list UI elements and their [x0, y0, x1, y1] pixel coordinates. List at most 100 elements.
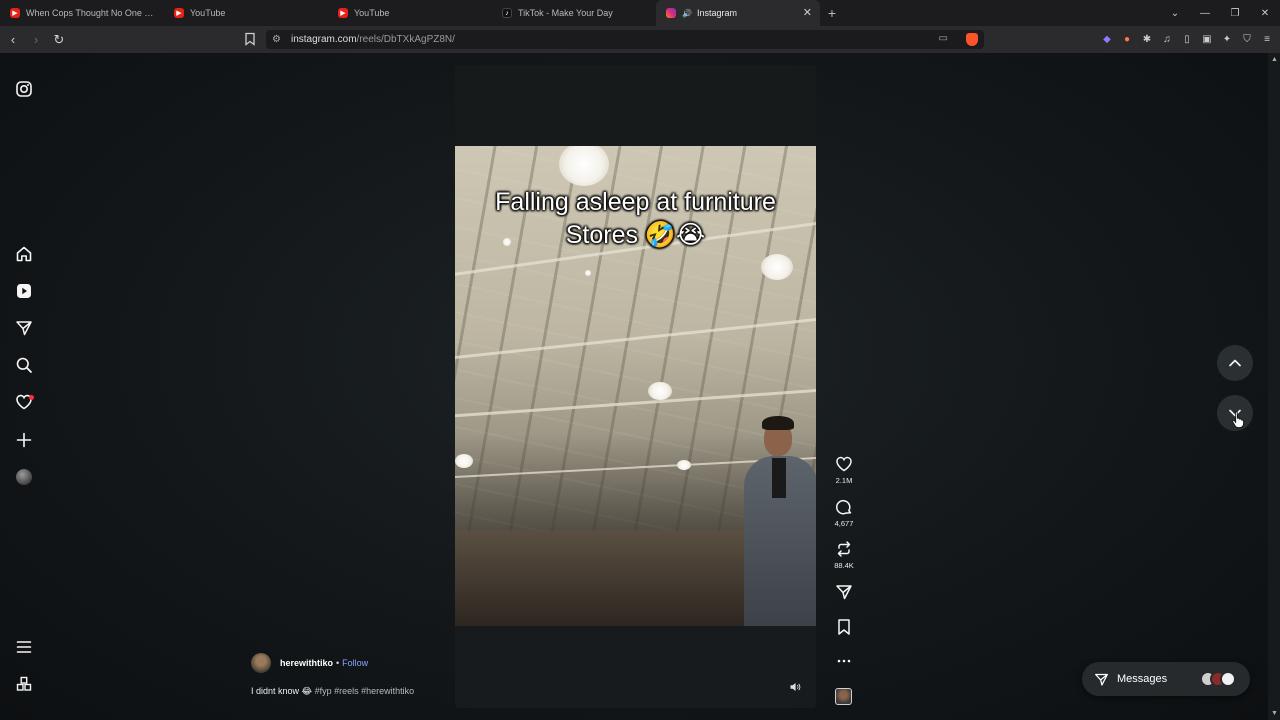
message-avatars	[1200, 671, 1236, 687]
repost-action[interactable]: 88.4K	[834, 540, 854, 570]
video-letterbox-top	[455, 65, 816, 146]
browser-tab-youtube[interactable]: ▶ YouTube	[164, 0, 328, 26]
original-audio-thumbnail[interactable]	[835, 688, 852, 705]
ai-assistant-icon[interactable]: ✦	[1220, 32, 1234, 46]
browser-tab-instagram[interactable]: 🔊 Instagram ✕	[656, 0, 820, 26]
share-action[interactable]	[834, 583, 854, 601]
scroll-up-icon[interactable]: ▲	[1271, 56, 1278, 63]
media-controls-icon[interactable]: ♫	[1160, 32, 1174, 46]
contact-avatar	[1220, 671, 1236, 687]
create-plus-icon[interactable]	[15, 431, 33, 449]
tab-label: YouTube	[354, 8, 390, 18]
browser-tab-youtube-2[interactable]: ▶ YouTube	[328, 0, 492, 26]
vpn-shield-icon[interactable]: ⛉	[1240, 32, 1254, 46]
tab-label: When Cops Thought No One Was W	[26, 8, 156, 18]
wallet-icon[interactable]: ▣	[1200, 32, 1214, 46]
browser-tab-bar: ▶ When Cops Thought No One Was W ▶ YouTu…	[0, 0, 1280, 26]
previous-reel-button[interactable]	[1217, 345, 1253, 381]
search-icon[interactable]	[15, 356, 33, 374]
tiktok-icon: ♪	[502, 8, 512, 18]
minimize-icon[interactable]: —	[1190, 8, 1220, 19]
instagram-logo-icon[interactable]	[15, 80, 33, 98]
comment-bubble-icon[interactable]	[835, 498, 853, 516]
overlay-line-1: Falling asleep at furniture	[495, 188, 776, 216]
tab-label: TikTok - Make Your Day	[518, 8, 613, 18]
reel-video-player[interactable]: Falling asleep at furniture Stores 🤣😭	[455, 65, 816, 708]
browser-toolbar: ‹ › ↻ ⚙ instagram.com/reels/DbTXkAgPZ8N/…	[0, 26, 1280, 53]
messages-button[interactable]: Messages	[1082, 662, 1250, 696]
url-path: /reels/DbTXkAgPZ8N/	[356, 34, 455, 45]
messenger-send-icon	[1095, 673, 1108, 686]
video-letterbox-bottom	[455, 626, 816, 708]
pendant-lamp	[761, 254, 793, 280]
overlay-line-2: Stores 🤣😭	[565, 221, 706, 249]
like-action[interactable]: 2.1M	[834, 455, 854, 485]
like-count: 2.1M	[835, 476, 853, 485]
more-dots-icon[interactable]	[835, 652, 853, 670]
reload-icon[interactable]: ↻	[49, 32, 69, 48]
instagram-icon	[666, 8, 676, 18]
messages-label: Messages	[1117, 673, 1168, 685]
new-tab-button[interactable]: +	[820, 5, 844, 21]
address-bar[interactable]: ⚙ instagram.com/reels/DbTXkAgPZ8N/ ▭	[266, 30, 984, 49]
browser-menu-icon[interactable]: ≡	[1260, 32, 1274, 46]
extension-leo-icon[interactable]: ◆	[1100, 32, 1114, 46]
caption-hashtags[interactable]: #fyp #reels #herewithtiko	[315, 686, 415, 696]
chevron-up-icon	[1229, 359, 1241, 367]
video-frame[interactable]: Falling asleep at furniture Stores 🤣😭	[455, 146, 816, 626]
reel-overlay-text: Falling asleep at furniture Stores 🤣😭	[455, 186, 816, 252]
pendant-lamp	[455, 454, 473, 468]
speaker-icon[interactable]: 🔊	[682, 9, 692, 18]
tab-label: YouTube	[190, 8, 226, 18]
site-settings-icon[interactable]: ⚙	[272, 34, 281, 45]
more-menu-icon[interactable]	[15, 638, 33, 656]
tab-label: Instagram	[696, 8, 737, 18]
repost-icon[interactable]	[835, 540, 853, 558]
youtube-icon: ▶	[338, 8, 348, 18]
extension-rewards-icon[interactable]: ●	[1120, 32, 1134, 46]
separator-dot: •	[336, 658, 340, 668]
cast-icon[interactable]: ▭	[939, 33, 948, 44]
close-tab-icon[interactable]: ✕	[803, 6, 812, 19]
window-controls: ⌄ — ❐ ✕	[1160, 0, 1280, 26]
back-icon[interactable]: ‹	[3, 32, 23, 47]
audio-volume-icon[interactable]	[789, 681, 801, 693]
more-options-action[interactable]	[834, 652, 854, 670]
bookmark-icon[interactable]	[835, 618, 853, 636]
extensions-puzzle-icon[interactable]: ✱	[1140, 32, 1154, 46]
heart-icon[interactable]	[835, 455, 853, 473]
ceiling-beam	[455, 314, 816, 361]
youtube-icon: ▶	[174, 8, 184, 18]
save-action[interactable]	[834, 618, 854, 636]
extensions-area: ◆ ● ✱ ♫ ▯ ▣ ✦ ⛉ ≡	[1100, 32, 1274, 46]
reels-icon[interactable]	[15, 282, 33, 300]
page-scrollbar[interactable]: ▲ ▼	[1268, 53, 1280, 720]
tab-search-icon[interactable]: ⌄	[1160, 8, 1190, 19]
share-send-icon[interactable]	[835, 583, 853, 601]
profile-avatar[interactable]	[16, 469, 32, 485]
bookmark-page-icon[interactable]	[243, 32, 257, 46]
browser-tab-tiktok[interactable]: ♪ TikTok - Make Your Day	[492, 0, 656, 26]
pendant-lamp	[648, 382, 672, 400]
brave-shields-icon[interactable]	[966, 33, 978, 46]
author-avatar[interactable]	[251, 653, 271, 673]
scroll-down-icon[interactable]: ▼	[1271, 710, 1278, 717]
home-icon[interactable]	[15, 245, 33, 263]
comment-count: 4,677	[834, 519, 854, 528]
sidebar-toggle-icon[interactable]: ▯	[1180, 32, 1194, 46]
direct-messages-icon[interactable]	[15, 319, 33, 337]
follow-button[interactable]: Follow	[342, 658, 368, 668]
forward-icon[interactable]: ›	[26, 32, 46, 47]
restore-icon[interactable]: ❐	[1220, 8, 1250, 19]
author-username[interactable]: herewithtiko	[280, 658, 333, 668]
man-in-suit	[738, 416, 816, 626]
pendant-lamp	[677, 460, 691, 470]
reel-caption: I didnt know 😂 #fyp #reels #herewithtiko	[251, 686, 414, 697]
close-window-icon[interactable]: ✕	[1250, 8, 1280, 19]
repost-count: 88.4K	[834, 561, 854, 570]
pendant-lamp	[559, 146, 609, 186]
comment-action[interactable]: 4,677	[834, 498, 854, 528]
browser-tab-youtube-video[interactable]: ▶ When Cops Thought No One Was W	[0, 0, 164, 26]
also-from-meta-icon[interactable]	[15, 675, 33, 693]
youtube-icon: ▶	[10, 8, 20, 18]
